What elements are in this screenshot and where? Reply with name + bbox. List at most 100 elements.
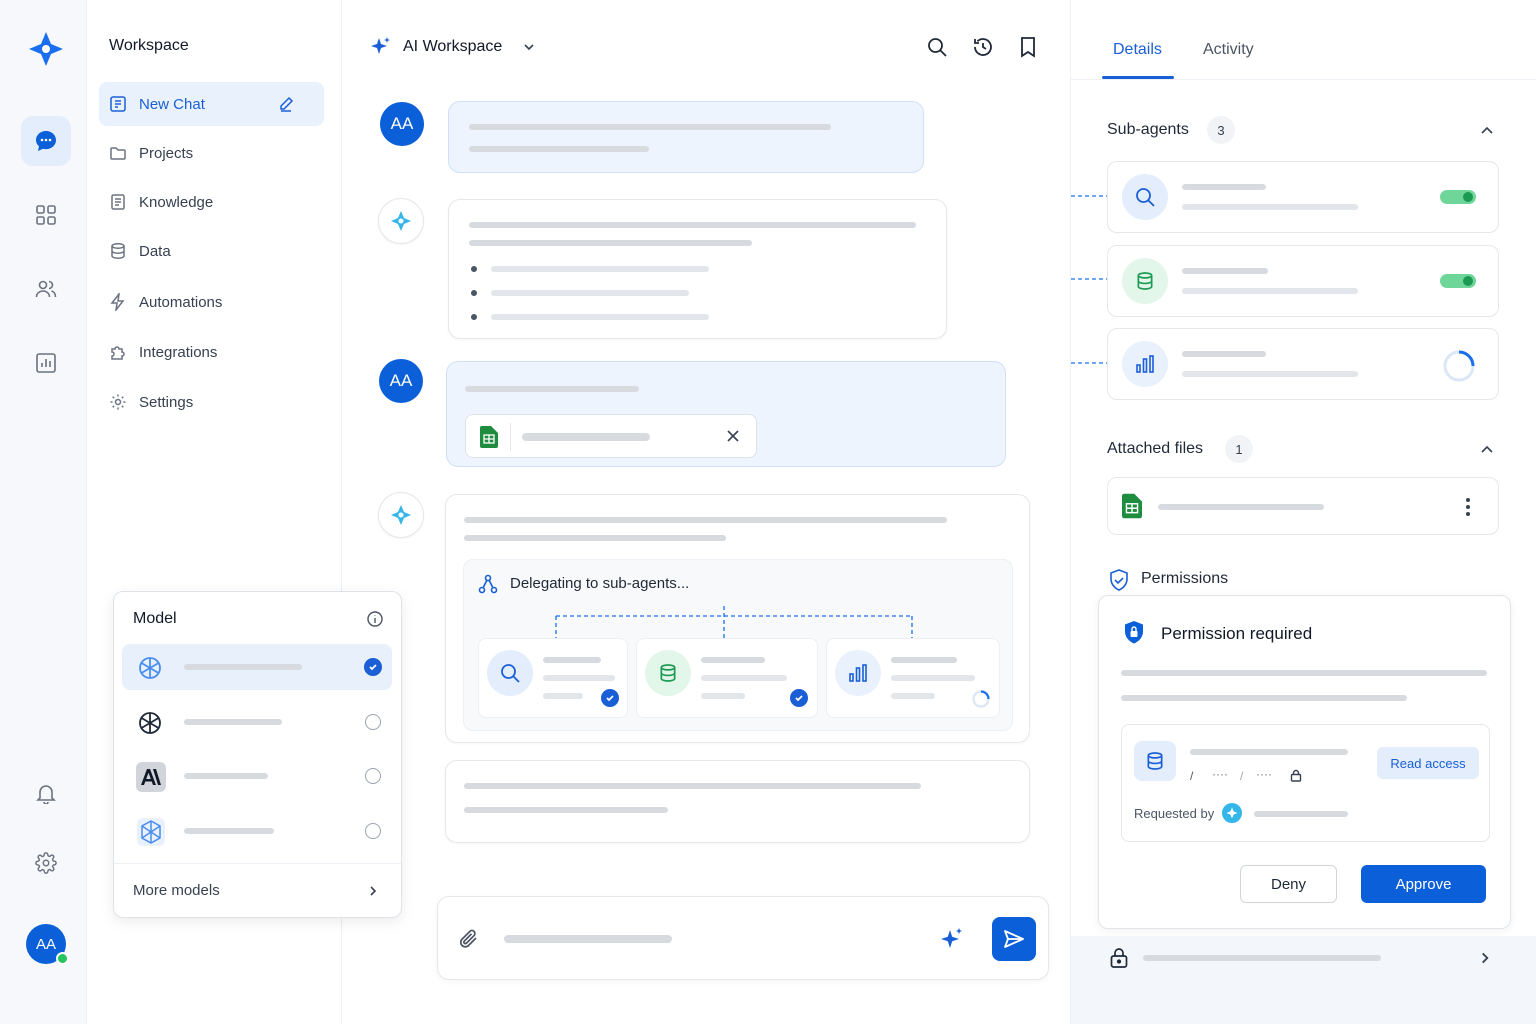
model-option[interactable] xyxy=(122,753,392,799)
agent-avatar-icon xyxy=(1222,803,1242,823)
send-button[interactable] xyxy=(992,917,1036,961)
spreadsheet-icon xyxy=(480,426,498,448)
model-popup-title: Model xyxy=(133,610,177,627)
nav-item-label: Knowledge xyxy=(139,193,214,211)
tab-details[interactable]: Details xyxy=(1113,41,1162,59)
close-icon[interactable] xyxy=(726,429,740,443)
bar-chart-icon xyxy=(1122,341,1168,387)
chat-icon[interactable] xyxy=(21,116,71,166)
new-chat-icon xyxy=(110,96,126,112)
permission-title: Permission required xyxy=(1161,624,1313,643)
subagent-toggle[interactable] xyxy=(1440,274,1476,288)
paperclip-icon[interactable] xyxy=(458,927,480,951)
spreadsheet-icon xyxy=(1122,493,1142,519)
gear-icon[interactable] xyxy=(21,838,71,888)
chevron-right-icon[interactable] xyxy=(1477,950,1493,966)
anthropic-icon xyxy=(136,762,166,792)
logo-icon[interactable] xyxy=(21,24,71,74)
nav-item-data[interactable]: Data xyxy=(99,229,324,273)
user-avatar: AA xyxy=(379,359,423,403)
assistant-message xyxy=(448,199,947,339)
search-icon xyxy=(487,650,533,696)
avatar-initials: AA xyxy=(389,371,413,390)
users-icon[interactable] xyxy=(21,264,71,314)
assistant-message-delegating: Delegating to sub-agents... xyxy=(445,494,1030,743)
icon-rail: AA xyxy=(0,0,87,1024)
sparkle-icon xyxy=(391,211,411,231)
resource-details: / ···· / ···· Read access Requested by xyxy=(1121,724,1490,842)
subagent-card-search xyxy=(478,638,628,718)
ai-sparkle-icon[interactable] xyxy=(940,927,964,951)
info-icon[interactable] xyxy=(366,610,384,628)
user-avatar: AA xyxy=(380,102,424,146)
radio-button[interactable] xyxy=(365,768,381,784)
model-selector-popup: Model More models xyxy=(113,591,402,918)
permission-request-card: Permission required / ···· / ···· Read a… xyxy=(1098,595,1511,929)
chevron-up-icon[interactable] xyxy=(1479,442,1495,458)
tab-activity[interactable]: Activity xyxy=(1203,41,1254,59)
history-icon[interactable] xyxy=(972,36,994,58)
chevron-right-icon[interactable] xyxy=(366,884,380,898)
path-segment: ···· xyxy=(1256,767,1272,781)
chat-area: AI Workspace AA AA Delegating to sub-age… xyxy=(342,0,1070,1024)
path-segment: ···· xyxy=(1212,767,1228,781)
model-option[interactable] xyxy=(122,808,392,854)
attached-file-chip[interactable] xyxy=(465,414,757,458)
completed-check-icon xyxy=(601,689,619,707)
edit-icon[interactable] xyxy=(278,96,294,112)
sparkle-icon xyxy=(391,505,411,525)
model-option[interactable] xyxy=(122,644,392,690)
openai-icon xyxy=(139,657,161,679)
hexagon-model-icon xyxy=(137,818,165,846)
gear-icon xyxy=(110,394,126,410)
selected-check-icon xyxy=(364,658,382,676)
more-models-link[interactable]: More models xyxy=(133,882,220,899)
model-option[interactable] xyxy=(122,699,392,745)
nav-item-knowledge[interactable]: Knowledge xyxy=(99,180,324,224)
message-composer[interactable] xyxy=(437,896,1049,980)
subagent-toggle[interactable] xyxy=(1440,190,1476,204)
radio-button[interactable] xyxy=(365,823,381,839)
workspace-selector[interactable]: AI Workspace xyxy=(403,38,502,56)
lock-icon xyxy=(1290,769,1302,782)
subagent-analytics xyxy=(1107,328,1499,400)
approve-button[interactable]: Approve xyxy=(1361,865,1486,903)
database-icon xyxy=(111,243,125,259)
deny-button[interactable]: Deny xyxy=(1240,865,1337,903)
shield-check-icon xyxy=(1110,569,1128,591)
loading-spinner-icon xyxy=(1443,350,1475,382)
nav-item-projects[interactable]: Projects xyxy=(99,131,324,175)
lock-icon xyxy=(1110,948,1128,968)
subagents-heading: Sub-agents xyxy=(1107,121,1189,138)
nav-item-label: New Chat xyxy=(139,95,205,113)
attached-files-count: 1 xyxy=(1225,435,1253,463)
delegation-connector xyxy=(555,606,913,640)
database-icon xyxy=(645,650,691,696)
bookmark-icon[interactable] xyxy=(1018,36,1038,58)
subagent-search xyxy=(1107,161,1499,233)
nav-item-automations[interactable]: Automations xyxy=(99,280,324,324)
chevron-up-icon[interactable] xyxy=(1479,123,1495,139)
subagent-card-analytics xyxy=(826,638,1000,718)
analytics-icon[interactable] xyxy=(21,338,71,388)
radio-button[interactable] xyxy=(365,714,381,730)
completed-check-icon xyxy=(790,689,808,707)
sparkle-icon xyxy=(371,37,390,54)
bell-icon[interactable] xyxy=(21,768,71,818)
attached-file-row[interactable] xyxy=(1107,477,1499,535)
search-icon[interactable] xyxy=(926,36,948,58)
subagent-connector xyxy=(1071,195,1107,364)
more-options-icon[interactable] xyxy=(1464,497,1472,517)
folder-icon xyxy=(110,147,126,160)
user-message-with-file xyxy=(446,361,1006,467)
send-icon xyxy=(1004,930,1024,948)
nav-item-label: Settings xyxy=(139,393,194,411)
user-message xyxy=(448,101,924,173)
chevron-down-icon[interactable] xyxy=(522,40,536,54)
nav-item-integrations[interactable]: Integrations xyxy=(99,330,324,374)
bottom-fade xyxy=(1071,936,1536,1024)
nav-item-settings[interactable]: Settings xyxy=(99,380,324,424)
grid-icon[interactable] xyxy=(21,190,71,240)
avatar-initials: AA xyxy=(35,935,56,953)
nav-item-new-chat[interactable]: New Chat xyxy=(99,82,324,126)
